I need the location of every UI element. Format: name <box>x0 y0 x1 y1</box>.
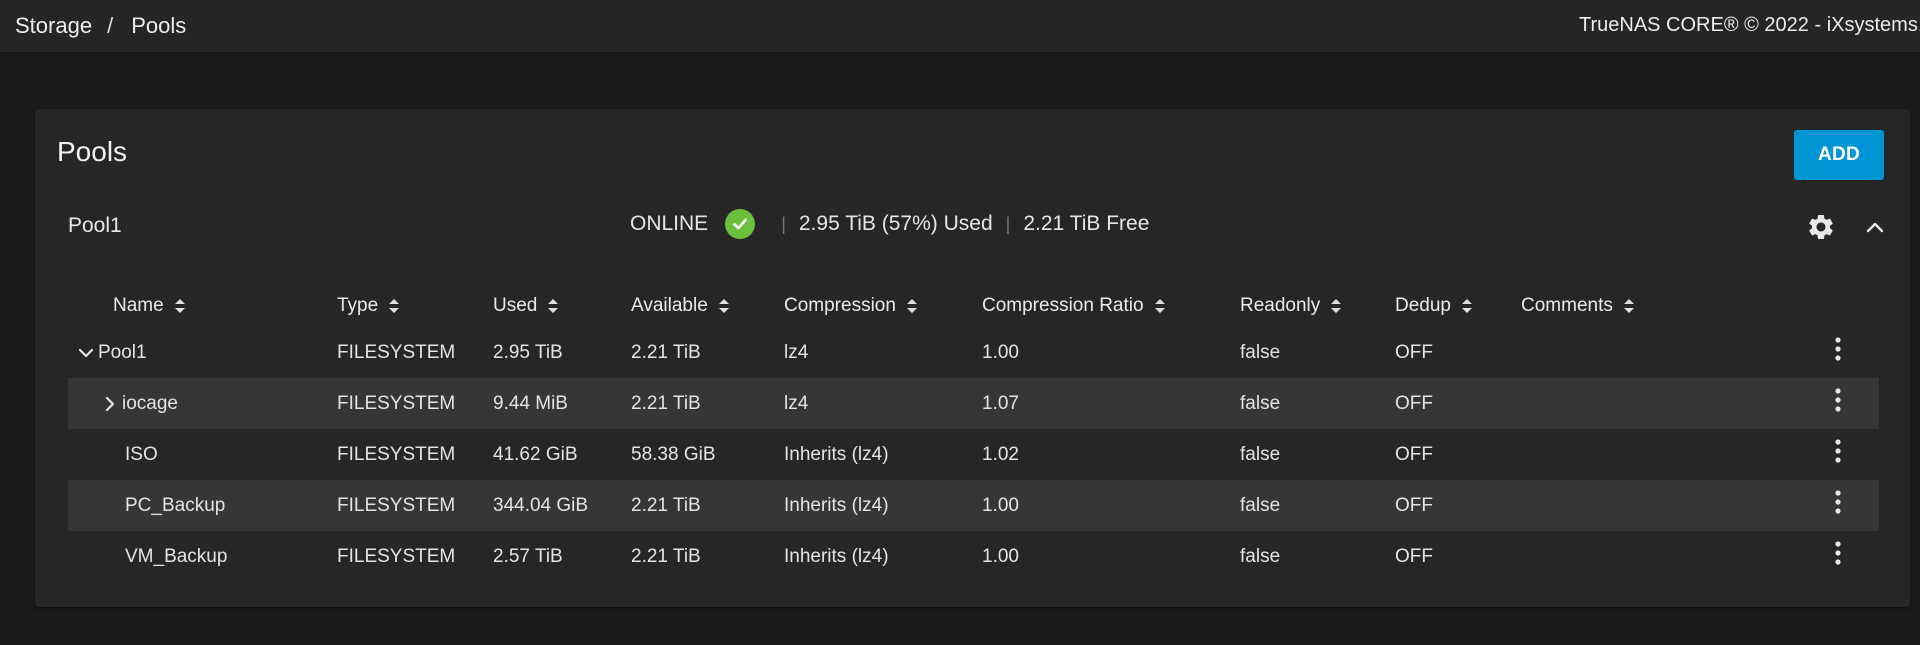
type-cell: FILESYSTEM <box>337 443 456 465</box>
dataset-name: VM_Backup <box>125 545 228 567</box>
column-header-compression-ratio[interactable]: Compression Ratio <box>982 285 1166 327</box>
breadcrumb: Storage / Pools <box>0 13 186 39</box>
name-cell: iocage <box>102 378 178 429</box>
datasets-table: Name Type Used Available Compression Com… <box>68 285 1879 582</box>
pool-free: 2.21 TiB Free <box>1023 212 1150 235</box>
add-button[interactable]: ADD <box>1794 130 1884 180</box>
column-header-comments[interactable]: Comments <box>1521 285 1635 327</box>
more-vert-icon[interactable] <box>1833 490 1843 516</box>
readonly-cell: false <box>1240 545 1281 567</box>
pool-name: Pool1 <box>68 214 122 237</box>
copyright-text: TrueNAS CORE® © 2022 - iXsystems, In <box>1579 14 1920 36</box>
dataset-name: iocage <box>122 392 178 414</box>
more-vert-icon[interactable] <box>1833 388 1843 414</box>
top-bar: Storage / Pools TrueNAS CORE® © 2022 - i… <box>0 0 1920 52</box>
name-cell: Pool1 <box>78 327 147 378</box>
dataset-name: Pool1 <box>98 341 147 363</box>
table-row[interactable]: Pool1 FILESYSTEM 2.95 TiB 2.21 TiB lz4 1… <box>68 327 1879 378</box>
table-row[interactable]: VM_Backup FILESYSTEM 2.57 TiB 2.21 TiB I… <box>68 531 1879 582</box>
sort-icon <box>548 299 559 313</box>
column-header-type[interactable]: Type <box>337 285 400 327</box>
column-header-available[interactable]: Available <box>631 285 730 327</box>
compression-ratio-cell: 1.02 <box>982 443 1019 465</box>
gear-icon[interactable] <box>1806 212 1836 242</box>
table-row[interactable]: PC_Backup FILESYSTEM 344.04 GiB 2.21 TiB… <box>68 480 1879 531</box>
column-header-name[interactable]: Name <box>113 285 186 327</box>
available-cell: 2.21 TiB <box>631 341 701 363</box>
dedup-cell: OFF <box>1395 443 1433 465</box>
pool-used: 2.95 TiB (57%) Used <box>798 212 993 235</box>
readonly-cell: false <box>1240 443 1281 465</box>
pool-header: Pool1 ONLINE | 2.95 TiB (57%) Used | 2.2… <box>35 195 1910 259</box>
check-circle-icon <box>725 209 756 239</box>
used-cell: 41.62 GiB <box>493 443 578 465</box>
compression-ratio-cell: 1.00 <box>982 341 1019 363</box>
used-cell: 344.04 GiB <box>493 494 589 516</box>
dataset-name: ISO <box>125 443 158 465</box>
name-cell: VM_Backup <box>125 531 227 582</box>
compression-ratio-cell: 1.07 <box>982 392 1019 414</box>
column-header-compression[interactable]: Compression <box>784 285 918 327</box>
dataset-name: PC_Backup <box>125 494 226 516</box>
sort-icon <box>389 299 400 313</box>
pool-status: ONLINE | 2.95 TiB (57%) Used | 2.21 TiB … <box>630 209 1149 239</box>
compression-cell: lz4 <box>784 392 809 414</box>
compression-cell: lz4 <box>784 341 809 363</box>
pools-card: Pools ADD Pool1 ONLINE | 2.95 TiB (57%) … <box>35 109 1910 607</box>
status-divider: | <box>781 213 786 234</box>
breadcrumb-pools: Pools <box>131 13 187 38</box>
type-cell: FILESYSTEM <box>337 494 456 516</box>
type-cell: FILESYSTEM <box>337 341 456 363</box>
sort-icon <box>1462 299 1472 313</box>
available-cell: 2.21 TiB <box>631 494 701 516</box>
breadcrumb-storage[interactable]: Storage <box>15 13 92 39</box>
more-vert-icon[interactable] <box>1833 439 1843 465</box>
table-row[interactable]: ISO FILESYSTEM 41.62 GiB 58.38 GiB Inher… <box>68 429 1879 480</box>
column-header-dedup[interactable]: Dedup <box>1395 285 1473 327</box>
dedup-cell: OFF <box>1395 392 1433 414</box>
available-cell: 58.38 GiB <box>631 443 716 465</box>
page-title: Pools <box>57 136 128 167</box>
used-cell: 2.95 TiB <box>493 341 563 363</box>
type-cell: FILESYSTEM <box>337 545 456 567</box>
compression-ratio-cell: 1.00 <box>982 494 1019 516</box>
compression-cell: Inherits (lz4) <box>784 545 889 567</box>
compression-cell: Inherits (lz4) <box>784 443 889 465</box>
sort-icon <box>906 299 917 313</box>
readonly-cell: false <box>1240 494 1281 516</box>
dedup-cell: OFF <box>1395 494 1433 516</box>
more-vert-icon[interactable] <box>1833 337 1843 363</box>
sort-icon <box>174 299 185 313</box>
status-divider: | <box>1005 213 1011 234</box>
pool-status-text: ONLINE <box>630 212 709 235</box>
breadcrumb-separator: / <box>107 13 114 38</box>
type-cell: FILESYSTEM <box>337 392 456 414</box>
available-cell: 2.21 TiB <box>631 392 701 414</box>
compression-cell: Inherits (lz4) <box>784 494 889 516</box>
name-cell: PC_Backup <box>125 480 225 531</box>
used-cell: 2.57 TiB <box>493 545 563 567</box>
chevron-right-icon[interactable] <box>102 396 118 412</box>
chevron-down-icon[interactable] <box>78 345 94 361</box>
sort-icon <box>1331 299 1342 313</box>
chevron-up-icon[interactable] <box>1865 217 1885 237</box>
sort-icon <box>1623 299 1634 313</box>
more-vert-icon[interactable] <box>1833 541 1843 567</box>
sort-icon <box>718 299 729 313</box>
compression-ratio-cell: 1.00 <box>982 545 1019 567</box>
dedup-cell: OFF <box>1395 545 1433 567</box>
readonly-cell: false <box>1240 341 1281 363</box>
name-cell: ISO <box>125 429 158 480</box>
sort-icon <box>1154 299 1165 313</box>
readonly-cell: false <box>1240 392 1281 414</box>
dedup-cell: OFF <box>1395 341 1433 363</box>
available-cell: 2.21 TiB <box>631 545 701 567</box>
column-header-used[interactable]: Used <box>493 285 559 327</box>
used-cell: 9.44 MiB <box>493 392 568 414</box>
table-row[interactable]: iocage FILESYSTEM 9.44 MiB 2.21 TiB lz4 … <box>68 378 1879 429</box>
table-header: Name Type Used Available Compression Com… <box>68 285 1879 327</box>
column-header-readonly[interactable]: Readonly <box>1240 285 1342 327</box>
